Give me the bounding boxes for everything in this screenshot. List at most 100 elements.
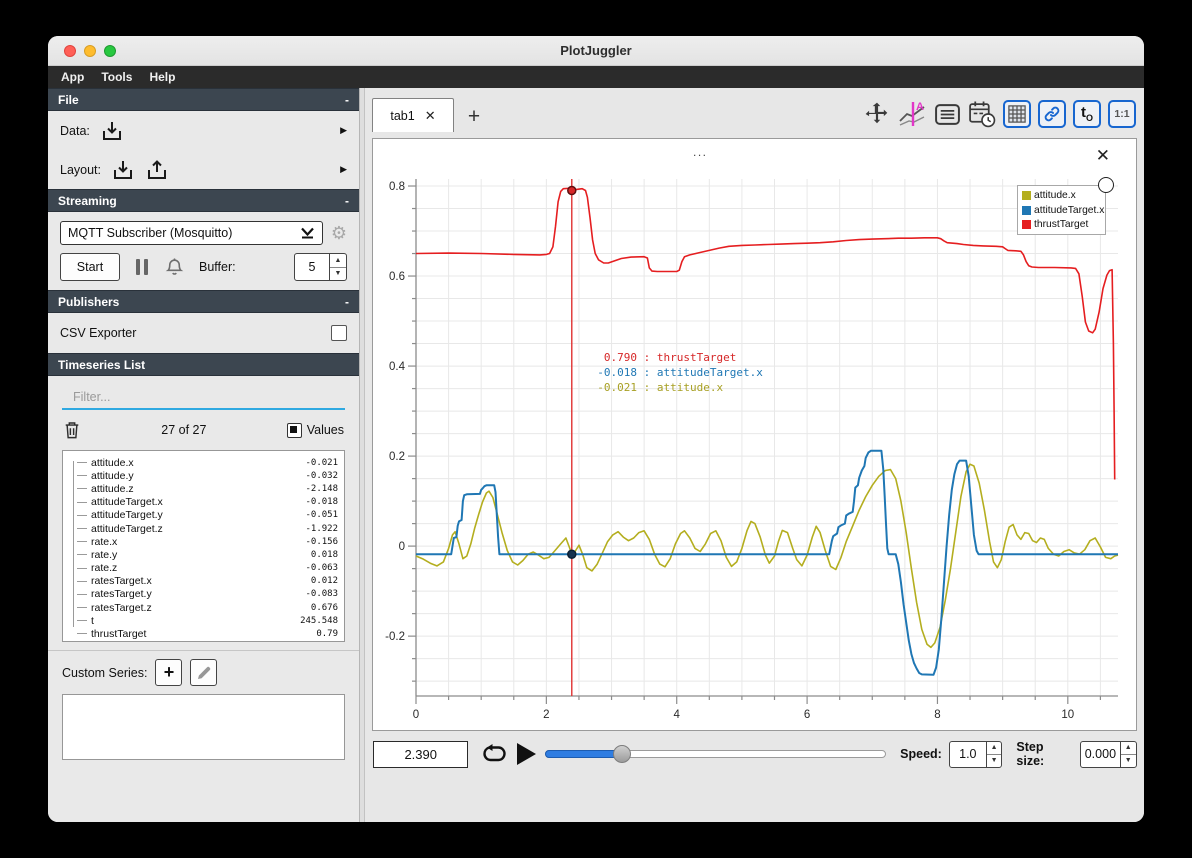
legend-item[interactable]: thrustTarget (1022, 219, 1101, 230)
current-time-field[interactable]: 2.390 (373, 740, 469, 768)
timeseries-row[interactable]: attitudeTarget.z -1.922 (67, 522, 338, 535)
add-custom-series-button[interactable]: + (155, 659, 183, 686)
menu-app[interactable]: App (61, 70, 84, 84)
fullscreen-window-button[interactable] (104, 45, 116, 57)
values-checkbox[interactable] (286, 422, 302, 438)
filter-input[interactable] (62, 386, 345, 410)
plot-splitter-ellipsis[interactable]: ... (693, 145, 708, 159)
spin-up-icon[interactable]: ▲ (330, 254, 346, 268)
slider-handle[interactable] (613, 745, 632, 763)
save-layout-button[interactable] (145, 159, 169, 181)
collapse-icon[interactable]: - (345, 93, 349, 107)
menu-help[interactable]: Help (149, 70, 175, 84)
pan-zoom-button[interactable] (863, 100, 891, 128)
menu-tools[interactable]: Tools (101, 70, 132, 84)
timeseries-name[interactable]: rate.z (91, 562, 117, 574)
speed-spinbox[interactable]: 1.0 ▲ ▼ (948, 740, 1003, 768)
load-layout-button[interactable] (111, 159, 135, 181)
legend-label: attitudeTarget.x (1034, 204, 1105, 216)
timeseries-row[interactable]: rate.z -0.063 (67, 562, 338, 575)
spin-down-icon[interactable]: ▼ (330, 268, 346, 281)
timeseries-name[interactable]: thrustTarget (91, 628, 146, 640)
minimize-window-button[interactable] (84, 45, 96, 57)
timeseries-value: -0.051 (305, 510, 338, 521)
timeline-slider[interactable] (545, 744, 887, 764)
timeseries-name[interactable]: ratesTarget.y (91, 588, 152, 600)
start-streaming-button[interactable]: Start (60, 253, 120, 281)
collapse-icon[interactable]: - (345, 194, 349, 208)
timeseries-row[interactable]: attitude.x -0.021 (67, 456, 338, 469)
timeseries-name[interactable]: ratesTarget.z (91, 602, 152, 614)
timeseries-name[interactable]: ratesTarget.x (91, 575, 152, 587)
show-legend-button[interactable] (933, 100, 961, 128)
legend-item[interactable]: attitudeTarget.x (1022, 204, 1105, 216)
timeseries-name[interactable]: rate.y (91, 549, 117, 561)
streaming-section-header[interactable]: Streaming - (48, 189, 359, 212)
legend-item[interactable]: attitude.x (1022, 190, 1101, 201)
timeseries-row[interactable]: t 245.548 (67, 614, 338, 627)
spin-up-icon[interactable]: ▲ (986, 742, 1002, 755)
timeseries-row[interactable]: thrustTarget 0.79 (67, 627, 338, 640)
svg-text:0.8: 0.8 (389, 181, 405, 193)
time-offset-button[interactable]: tO (1073, 100, 1101, 128)
timeseries-name[interactable]: attitude.z (91, 483, 134, 495)
notifications-bell-icon[interactable] (164, 257, 185, 278)
publishers-section-header[interactable]: Publishers - (48, 290, 359, 313)
timeseries-row[interactable]: ratesTarget.y -0.083 (67, 588, 338, 601)
timeseries-name[interactable]: t (91, 615, 94, 627)
plot-close-icon[interactable]: ✕ (1096, 146, 1110, 166)
csv-exporter-checkbox[interactable] (331, 325, 347, 341)
timeseries-name[interactable]: attitudeTarget.z (91, 523, 163, 535)
ratio-button[interactable]: 1:1 (1108, 100, 1136, 128)
timeseries-row[interactable]: ratesTarget.z 0.676 (67, 601, 338, 614)
tab-tab1[interactable]: tab1 ✕ (372, 98, 454, 132)
plot-legend[interactable]: attitude.x attitudeTarget.x thrustTarget (1017, 177, 1114, 235)
collapse-icon[interactable]: - (345, 295, 349, 309)
step-size-value[interactable]: 0.000 (1081, 742, 1119, 767)
plot-panel: 0 2 4 6 8 10 -0.2 0 0.2 0.4 0.6 0.8 ... ✕ attitude.… (372, 138, 1137, 731)
timeseries-name[interactable]: attitudeTarget.y (91, 509, 163, 521)
streaming-source-select[interactable]: MQTT Subscriber (Mosquitto) (60, 221, 323, 245)
publishers-section-title: Publishers (58, 294, 120, 309)
timeseries-row[interactable]: attitudeTarget.y -0.051 (67, 509, 338, 522)
delete-series-trash-icon[interactable] (63, 420, 81, 440)
timeseries-name[interactable]: attitude.x (91, 457, 134, 469)
layout-menu-arrow-icon[interactable]: ▶ (340, 164, 347, 175)
close-window-button[interactable] (64, 45, 76, 57)
legend-handle-circle[interactable] (1098, 177, 1114, 193)
spin-up-icon[interactable]: ▲ (1120, 742, 1137, 755)
link-axes-button[interactable] (1038, 100, 1066, 128)
timeseries-name[interactable]: rate.x (91, 536, 117, 548)
tab-close-icon[interactable]: ✕ (425, 108, 436, 124)
custom-series-listbox[interactable] (62, 694, 345, 760)
step-size-spinbox[interactable]: 0.000 ▲ ▼ (1080, 740, 1138, 768)
tracker-style-button[interactable]: A (898, 100, 926, 128)
timeseries-row[interactable]: rate.y 0.018 (67, 548, 338, 561)
timeseries-name[interactable]: attitude.y (91, 470, 134, 482)
timeseries-section-header[interactable]: Timeseries List (48, 353, 359, 376)
play-button[interactable] (517, 743, 537, 765)
spin-down-icon[interactable]: ▼ (1121, 755, 1137, 767)
content: File - Data: ▶ Layout: ▶ Streaming - MQT… (48, 88, 1144, 822)
timeseries-row[interactable]: ratesTarget.x 0.012 (67, 575, 338, 588)
pause-streaming-icon[interactable] (136, 259, 148, 275)
data-menu-arrow-icon[interactable]: ▶ (340, 125, 347, 136)
spin-down-icon[interactable]: ▼ (987, 755, 1002, 767)
timeseries-row[interactable]: rate.x -0.156 (67, 535, 338, 548)
timeseries-row[interactable]: attitudeTarget.x -0.018 (67, 496, 338, 509)
edit-custom-series-button[interactable] (190, 659, 218, 686)
file-section-header[interactable]: File - (48, 88, 359, 111)
streaming-settings-gear-icon[interactable]: ⚙ (331, 224, 347, 242)
timeseries-row[interactable]: attitude.y -0.032 (67, 469, 338, 482)
add-tab-button[interactable]: + (454, 102, 494, 132)
loop-button[interactable] (481, 743, 508, 765)
timeseries-name[interactable]: attitudeTarget.x (91, 496, 163, 508)
timeseries-row[interactable]: attitude.z -2.148 (67, 482, 338, 495)
grid-view-button[interactable] (1003, 100, 1031, 128)
buffer-spinbox[interactable]: 5 ▲ ▼ (294, 253, 347, 281)
datetime-button[interactable] (968, 100, 996, 128)
timeseries-list[interactable]: attitude.x -0.021 attitude.y -0.032 attitude… (62, 450, 345, 642)
buffer-value[interactable]: 5 (295, 254, 329, 280)
load-data-button[interactable] (100, 120, 124, 142)
speed-value[interactable]: 1.0 (950, 742, 986, 767)
